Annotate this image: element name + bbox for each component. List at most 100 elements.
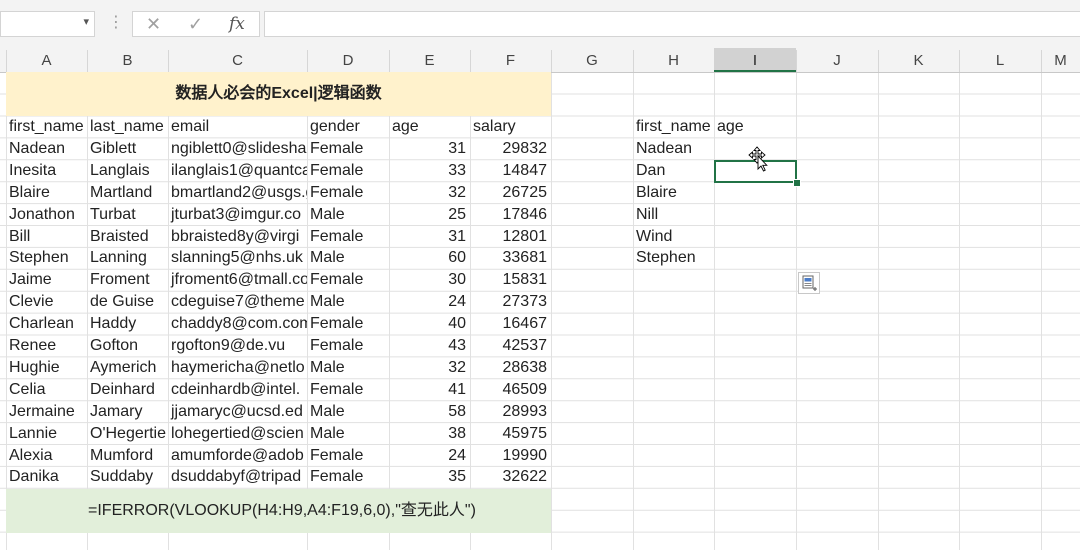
worksheet[interactable]: ABCDEFGHIJKLM 数据人必会的Excel|逻辑函数 first_nam… bbox=[0, 48, 1080, 550]
table-header-cell[interactable]: last_name bbox=[87, 116, 168, 138]
table-cell[interactable]: Braisted bbox=[87, 226, 168, 248]
table-cell[interactable]: 29832 bbox=[470, 138, 551, 160]
table-cell[interactable]: Suddaby bbox=[87, 466, 168, 488]
lookup-name-cell[interactable]: Stephen bbox=[633, 247, 714, 269]
table-cell[interactable]: cdeguise7@theme bbox=[168, 291, 307, 313]
table-cell[interactable]: Female bbox=[307, 379, 389, 401]
table-cell[interactable]: Blaire bbox=[6, 182, 87, 204]
table-cell[interactable]: Renee bbox=[6, 335, 87, 357]
table-cell[interactable]: Martland bbox=[87, 182, 168, 204]
table-cell[interactable]: Clevie bbox=[6, 291, 87, 313]
table-cell[interactable]: jjamaryc@ucsd.ed bbox=[168, 401, 307, 423]
column-header-a[interactable]: A bbox=[6, 48, 87, 72]
table-cell[interactable]: 38 bbox=[389, 423, 470, 445]
table-cell[interactable]: Mumford bbox=[87, 445, 168, 467]
table-cell[interactable]: 35 bbox=[389, 466, 470, 488]
table-cell[interactable]: 60 bbox=[389, 247, 470, 269]
enter-icon[interactable]: ✓ bbox=[188, 13, 203, 35]
table-cell[interactable]: Male bbox=[307, 204, 389, 226]
table-cell[interactable]: 28993 bbox=[470, 401, 551, 423]
table-cell[interactable]: Danika bbox=[6, 466, 87, 488]
table-cell[interactable]: Jamary bbox=[87, 401, 168, 423]
table-cell[interactable]: bmartland2@usgs.g bbox=[168, 182, 307, 204]
table-cell[interactable]: 27373 bbox=[470, 291, 551, 313]
column-header-c[interactable]: C bbox=[168, 48, 307, 72]
table-cell[interactable]: de Guise bbox=[87, 291, 168, 313]
table-cell[interactable]: Inesita bbox=[6, 160, 87, 182]
table-cell[interactable]: Lanning bbox=[87, 247, 168, 269]
table-cell[interactable]: 14847 bbox=[470, 160, 551, 182]
column-header-d[interactable]: D bbox=[307, 48, 389, 72]
table-cell[interactable]: ilanglais1@quantca bbox=[168, 160, 307, 182]
table-cell[interactable]: Male bbox=[307, 357, 389, 379]
formula-bar-grip-icon[interactable]: ⋮ bbox=[108, 12, 124, 32]
column-header-f[interactable]: F bbox=[470, 48, 551, 72]
table-cell[interactable]: amumforde@adob bbox=[168, 445, 307, 467]
formula-note[interactable]: =IFERROR(VLOOKUP(H4:H9,A4:F19,6,0),"查无此人… bbox=[6, 489, 551, 533]
column-header-e[interactable]: E bbox=[389, 48, 470, 72]
table-cell[interactable]: 42537 bbox=[470, 335, 551, 357]
column-header-h[interactable]: H bbox=[633, 48, 714, 72]
title-banner[interactable]: 数据人必会的Excel|逻辑函数 bbox=[6, 72, 551, 116]
table-cell[interactable]: 32622 bbox=[470, 466, 551, 488]
table-cell[interactable]: Gofton bbox=[87, 335, 168, 357]
table-cell[interactable]: 12801 bbox=[470, 226, 551, 248]
table-cell[interactable]: slanning5@nhs.uk bbox=[168, 247, 307, 269]
table-cell[interactable]: 19990 bbox=[470, 445, 551, 467]
table-cell[interactable]: Male bbox=[307, 247, 389, 269]
lookup-name-cell[interactable]: Wind bbox=[633, 226, 714, 248]
table-cell[interactable]: Langlais bbox=[87, 160, 168, 182]
table-cell[interactable]: 41 bbox=[389, 379, 470, 401]
table-cell[interactable]: Celia bbox=[6, 379, 87, 401]
table-cell[interactable]: Aymerich bbox=[87, 357, 168, 379]
table-cell[interactable]: Male bbox=[307, 291, 389, 313]
insert-function-icon[interactable]: fx bbox=[229, 13, 245, 35]
column-header-b[interactable]: B bbox=[87, 48, 168, 72]
table-cell[interactable]: 58 bbox=[389, 401, 470, 423]
table-cell[interactable]: Female bbox=[307, 313, 389, 335]
table-cell[interactable]: Froment bbox=[87, 269, 168, 291]
table-cell[interactable]: Charlean bbox=[6, 313, 87, 335]
column-header-i[interactable]: I bbox=[714, 48, 796, 72]
lookup-name-cell[interactable]: Dan bbox=[633, 160, 714, 182]
table-cell[interactable]: Female bbox=[307, 269, 389, 291]
table-cell[interactable]: 30 bbox=[389, 269, 470, 291]
table-cell[interactable]: Female bbox=[307, 466, 389, 488]
table-cell[interactable]: 26725 bbox=[470, 182, 551, 204]
table-cell[interactable]: Male bbox=[307, 423, 389, 445]
lookup-name-cell[interactable]: Nadean bbox=[633, 138, 714, 160]
table-cell[interactable]: Haddy bbox=[87, 313, 168, 335]
table-cell[interactable]: Female bbox=[307, 335, 389, 357]
table-cell[interactable]: Male bbox=[307, 401, 389, 423]
table-cell[interactable]: jfroment6@tmall.co bbox=[168, 269, 307, 291]
table-cell[interactable]: 31 bbox=[389, 138, 470, 160]
formula-input[interactable] bbox=[264, 11, 1080, 37]
table-header-cell[interactable]: salary bbox=[470, 116, 551, 138]
lookup-header-cell[interactable]: first_name bbox=[633, 116, 714, 138]
table-cell[interactable]: Female bbox=[307, 226, 389, 248]
table-cell[interactable]: jturbat3@imgur.co bbox=[168, 204, 307, 226]
table-cell[interactable]: 24 bbox=[389, 291, 470, 313]
lookup-name-cell[interactable]: Nill bbox=[633, 204, 714, 226]
table-cell[interactable]: rgofton9@de.vu bbox=[168, 335, 307, 357]
table-cell[interactable]: 40 bbox=[389, 313, 470, 335]
table-cell[interactable]: Bill bbox=[6, 226, 87, 248]
column-header-k[interactable]: K bbox=[878, 48, 959, 72]
table-cell[interactable]: 31 bbox=[389, 226, 470, 248]
table-cell[interactable]: 33 bbox=[389, 160, 470, 182]
paste-options-icon[interactable] bbox=[798, 272, 820, 294]
table-cell[interactable]: 17846 bbox=[470, 204, 551, 226]
cancel-icon[interactable]: ✕ bbox=[146, 13, 161, 35]
table-cell[interactable]: 32 bbox=[389, 182, 470, 204]
table-header-cell[interactable]: age bbox=[389, 116, 470, 138]
table-cell[interactable]: 28638 bbox=[470, 357, 551, 379]
table-cell[interactable]: lohegertied@scien bbox=[168, 423, 307, 445]
table-header-cell[interactable]: first_name bbox=[6, 116, 87, 138]
table-cell[interactable]: Deinhard bbox=[87, 379, 168, 401]
table-cell[interactable]: Female bbox=[307, 138, 389, 160]
name-box[interactable]: ▾ bbox=[0, 11, 95, 37]
table-cell[interactable]: Female bbox=[307, 445, 389, 467]
table-cell[interactable]: 45975 bbox=[470, 423, 551, 445]
lookup-name-cell[interactable]: Blaire bbox=[633, 182, 714, 204]
table-cell[interactable]: Turbat bbox=[87, 204, 168, 226]
